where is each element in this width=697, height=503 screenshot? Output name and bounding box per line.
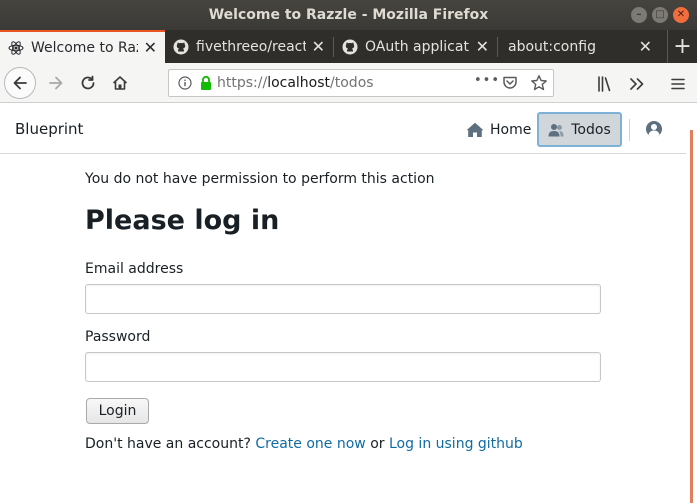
close-tab-icon[interactable]: ✕ xyxy=(476,37,489,56)
password-label: Password xyxy=(85,329,151,345)
url-text: https://localhost/todos xyxy=(217,75,374,91)
tab-bar: Welcome to Razzle ✕ fivethreeo/react ✕ O… xyxy=(0,30,697,63)
footer-or: or xyxy=(370,436,385,452)
signup-prompt: Don't have an account? Create one now or… xyxy=(85,436,523,452)
nav-home-label: Home xyxy=(490,122,532,138)
nav-divider xyxy=(629,119,630,141)
navigation-toolbar: https://localhost/todos ••• xyxy=(0,63,697,103)
window-title: Welcome to Razzle - Mozilla Firefox xyxy=(208,7,489,23)
github-login-link[interactable]: Log in using github xyxy=(389,436,523,452)
library-icon[interactable] xyxy=(596,75,614,93)
close-window-button[interactable]: ✕ xyxy=(673,7,689,23)
close-tab-icon[interactable]: ✕ xyxy=(144,38,157,57)
lock-icon[interactable] xyxy=(199,75,213,91)
home-icon xyxy=(112,75,128,90)
new-tab-button[interactable]: + xyxy=(667,30,697,63)
nav-todos-button[interactable]: Todos xyxy=(537,112,622,147)
github-icon xyxy=(173,39,189,54)
nav-todos-label: Todos xyxy=(571,121,611,138)
tab-label: about:config xyxy=(508,38,596,55)
people-icon xyxy=(548,123,564,136)
nav-home-button[interactable]: Home xyxy=(466,117,531,143)
page-heading: Please log in xyxy=(85,205,280,236)
email-field[interactable] xyxy=(85,284,601,314)
app-navbar: Blueprint Home Todos xyxy=(0,104,686,154)
info-icon[interactable] xyxy=(178,76,192,90)
hamburger-menu-icon[interactable] xyxy=(670,76,686,92)
password-field[interactable] xyxy=(85,352,601,382)
tab-about-config[interactable]: about:config ✕ xyxy=(498,30,660,63)
overflow-chevron-icon[interactable] xyxy=(628,75,646,93)
minimize-button[interactable]: – xyxy=(631,7,647,23)
tab-label: Welcome to Razzle xyxy=(31,39,138,56)
star-bookmark-icon[interactable] xyxy=(530,74,548,92)
login-button[interactable]: Login xyxy=(86,398,149,424)
tab-oauth-applications[interactable]: OAuth applicati ✕ xyxy=(334,30,497,63)
pocket-icon[interactable] xyxy=(502,75,518,91)
tab-label: OAuth applicati xyxy=(365,38,470,55)
home-icon xyxy=(466,122,484,137)
footer-prefix: Don't have an account? xyxy=(85,436,251,452)
back-button[interactable] xyxy=(4,66,36,99)
maximize-button[interactable]: □ xyxy=(652,7,668,23)
brand-title: Blueprint xyxy=(15,120,84,138)
user-icon[interactable] xyxy=(645,120,663,138)
url-path: /todos xyxy=(330,75,374,91)
close-tab-icon[interactable]: ✕ xyxy=(639,37,652,56)
url-bar[interactable]: https://localhost/todos ••• xyxy=(168,69,554,97)
url-host: localhost xyxy=(267,75,331,91)
email-label: Email address xyxy=(85,261,184,277)
permission-message: You do not have permission to perform th… xyxy=(85,171,435,187)
page-scroll-indicator xyxy=(686,104,697,503)
tab-label: fivethreeo/react xyxy=(196,38,306,55)
page-actions-menu-icon[interactable]: ••• xyxy=(474,73,500,88)
tab-welcome-to-razzle[interactable]: Welcome to Razzle ✕ xyxy=(0,30,165,63)
home-button[interactable] xyxy=(104,67,136,99)
arrow-left-icon xyxy=(13,76,27,89)
react-icon xyxy=(8,40,24,55)
page-content: Blueprint Home Todos You do not have per… xyxy=(0,104,686,503)
url-scheme: https:// xyxy=(217,75,268,91)
reload-icon xyxy=(81,75,95,89)
close-tab-icon[interactable]: ✕ xyxy=(312,37,325,56)
window-controls: – □ ✕ xyxy=(631,7,689,23)
create-account-link[interactable]: Create one now xyxy=(255,436,365,452)
tab-fivethreeo-react[interactable]: fivethreeo/react ✕ xyxy=(165,30,333,63)
reload-button[interactable] xyxy=(72,67,104,99)
window-titlebar: Welcome to Razzle - Mozilla Firefox – □ … xyxy=(0,0,697,30)
github-icon xyxy=(342,39,358,54)
forward-button[interactable] xyxy=(40,67,72,99)
arrow-right-icon xyxy=(49,76,63,89)
